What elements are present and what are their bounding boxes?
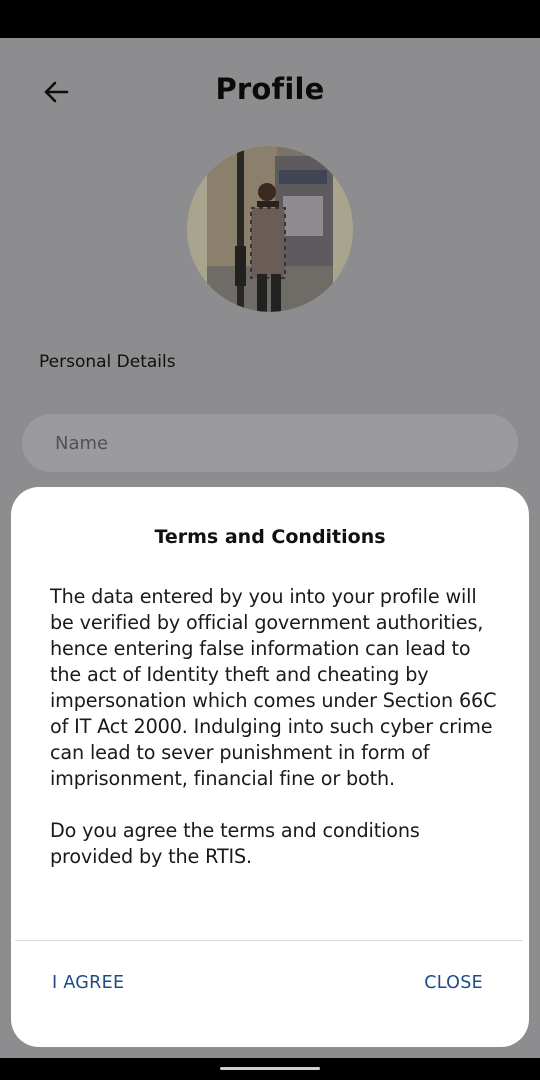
dialog-title: Terms and Conditions <box>154 526 386 548</box>
status-bar <box>0 0 540 38</box>
page-title: Profile <box>215 72 325 106</box>
personal-details-label: Personal Details <box>39 352 176 372</box>
agree-button[interactable]: I AGREE <box>52 973 124 993</box>
dialog-divider <box>15 940 523 941</box>
profile-avatar[interactable] <box>187 146 353 312</box>
home-indicator[interactable] <box>220 1067 320 1070</box>
close-button[interactable]: CLOSE <box>424 973 483 993</box>
terms-dialog: Terms and Conditions The data entered by… <box>11 487 529 1047</box>
dialog-message: The data entered by you into your profil… <box>50 585 497 868</box>
name-input[interactable]: Name <box>22 414 518 472</box>
